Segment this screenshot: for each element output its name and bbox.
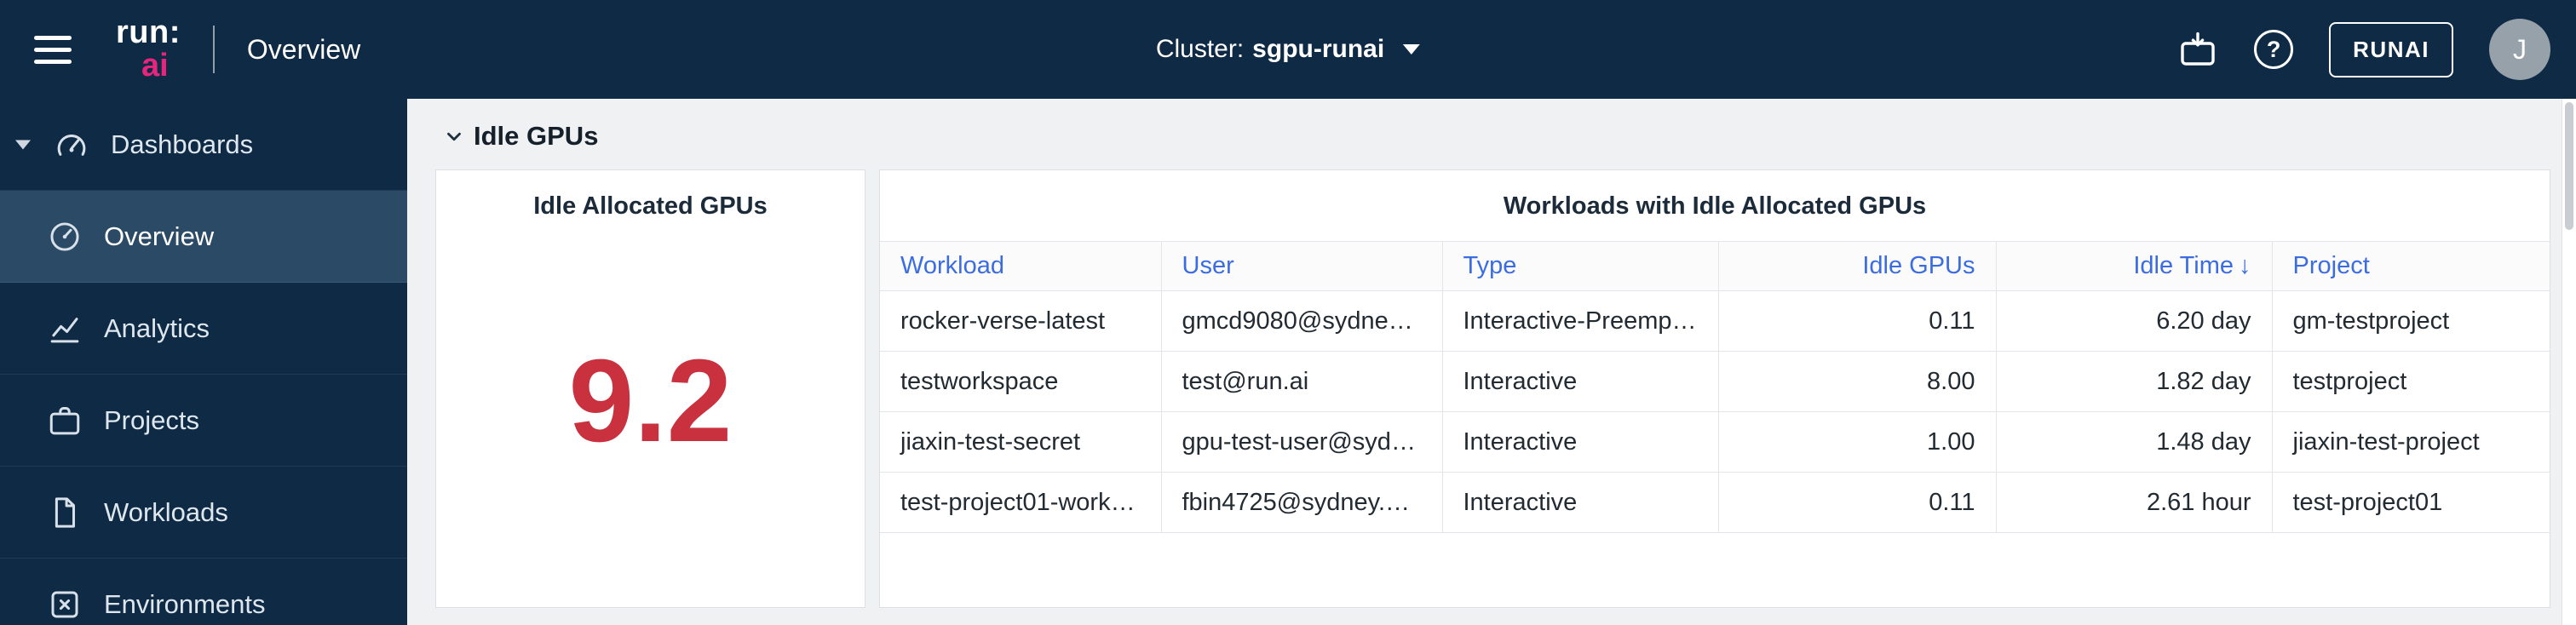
idle-gpus-value: 9.2 (568, 335, 733, 467)
logo-run-text: run: (116, 14, 181, 51)
column-label: Type (1463, 252, 1517, 279)
sort-desc-icon: ↓ (2239, 252, 2251, 279)
cell-workload: test-project01-works… (880, 472, 1162, 533)
column-label: User (1182, 252, 1234, 279)
analytics-icon (46, 310, 83, 347)
column-label: Workload (900, 252, 1004, 279)
sidebar-item-analytics[interactable]: Analytics (0, 283, 407, 375)
main-content: Idle GPUs Idle Allocated GPUs 9.2 Worklo… (407, 99, 2576, 625)
dashboards-icon (53, 126, 90, 163)
column-header-project[interactable]: Project (2272, 241, 2550, 291)
page-title: Overview (246, 33, 361, 65)
scrollbar-thumb[interactable] (2565, 102, 2573, 230)
cell-user: fbin4725@sydney.ed… (1161, 472, 1443, 533)
cluster-name: sgpu-runai (1252, 35, 1385, 63)
cluster-selector[interactable]: Cluster: sgpu-runai (1155, 35, 1421, 64)
column-label: Idle GPUs (1862, 252, 1975, 279)
column-label: Project (2292, 252, 2370, 279)
collapse-chevron-icon (443, 125, 465, 147)
table-header-row: Workload User Type Idle GPUs Idle Time ↓ … (880, 241, 2550, 291)
chevron-down-icon (1403, 44, 1421, 54)
overview-icon (46, 218, 83, 255)
table-row[interactable]: rocker-verse-latest gmcd9080@sydney.… In… (880, 290, 2550, 352)
caret-expanded-icon (15, 140, 31, 149)
environments-icon (46, 586, 83, 623)
column-header-workload[interactable]: Workload (880, 241, 1162, 291)
cell-idle-time: 6.20 day (1996, 290, 2273, 352)
section-title: Idle GPUs (474, 121, 599, 151)
scrollbar[interactable] (2562, 99, 2576, 625)
sidebar-item-label: Overview (104, 221, 215, 251)
cell-idle-time: 1.48 day (1996, 411, 2273, 473)
divider (212, 26, 215, 73)
help-icon[interactable]: ? (2254, 30, 2294, 69)
cell-workload: jiaxin-test-secret (880, 411, 1162, 473)
cell-project: gm-testproject (2272, 290, 2550, 352)
topbar-actions: ? RUNAI J (2177, 19, 2550, 80)
cell-user: test@run.ai (1161, 351, 1443, 412)
column-label: Idle Time (2133, 252, 2234, 279)
logo-ai-text: ai (141, 48, 169, 83)
cell-user: gpu-test-user@sydn… (1161, 411, 1443, 473)
column-header-type[interactable]: Type (1442, 241, 1719, 291)
cell-project: testproject (2272, 351, 2550, 412)
cell-user: gmcd9080@sydney.… (1161, 290, 1443, 352)
cell-workload: rocker-verse-latest (880, 290, 1162, 352)
sidebar-item-environments[interactable]: Environments (0, 559, 407, 625)
cell-idle-gpus: 8.00 (1718, 351, 1997, 412)
column-header-idle-time[interactable]: Idle Time ↓ (1996, 241, 2273, 291)
jobs-box-icon[interactable] (2177, 29, 2218, 70)
workloads-icon (46, 494, 83, 531)
sidebar-item-label: Workloads (104, 496, 228, 527)
cell-idle-time: 2.61 hour (1996, 472, 2273, 533)
table-row[interactable]: test-project01-works… fbin4725@sydney.ed… (880, 472, 2550, 533)
column-header-idle-gpus[interactable]: Idle GPUs (1718, 241, 1997, 291)
cell-idle-time: 1.82 day (1996, 351, 2273, 412)
cards-row: Idle Allocated GPUs 9.2 Workloads with I… (435, 169, 2550, 608)
cell-workload: testworkspace (880, 351, 1162, 412)
sidebar-item-projects[interactable]: Projects (0, 375, 407, 467)
cell-idle-gpus: 0.11 (1718, 290, 1997, 352)
idle-gpus-section-header[interactable]: Idle GPUs (443, 121, 598, 152)
workloads-table-card: Workloads with Idle Allocated GPUs Workl… (879, 169, 2550, 608)
column-header-user[interactable]: User (1161, 241, 1443, 291)
cluster-label: Cluster: (1155, 35, 1245, 63)
cell-idle-gpus: 0.11 (1718, 472, 1997, 533)
sidebar-item-label: Projects (104, 404, 199, 435)
avatar[interactable]: J (2489, 19, 2550, 80)
card-title: Workloads with Idle Allocated GPUs (1503, 192, 1927, 220)
cell-type: Interactive (1442, 351, 1719, 412)
idle-allocated-gpus-card: Idle Allocated GPUs 9.2 (435, 169, 865, 608)
cell-project: jiaxin-test-project (2272, 411, 2550, 473)
runai-logo[interactable]: run: ai (116, 16, 181, 83)
sidebar-item-workloads[interactable]: Workloads (0, 467, 407, 559)
cell-type: Interactive (1442, 411, 1719, 473)
cell-type: Interactive (1442, 472, 1719, 533)
table-row[interactable]: jiaxin-test-secret gpu-test-user@sydn… I… (880, 411, 2550, 473)
sidebar-item-label: Dashboards (111, 129, 254, 159)
card-title: Idle Allocated GPUs (533, 192, 768, 220)
cell-idle-gpus: 1.00 (1718, 411, 1997, 473)
projects-icon (46, 402, 83, 439)
top-bar: run: ai Overview Cluster: sgpu-runai ? R… (0, 0, 2576, 99)
cell-type: Interactive-Preempti… (1442, 290, 1719, 352)
menu-icon[interactable] (34, 35, 72, 64)
sidebar-item-label: Analytics (104, 312, 210, 343)
runai-button[interactable]: RUNAI (2329, 21, 2453, 77)
workloads-table: Workload User Type Idle GPUs Idle Time ↓ … (880, 241, 2550, 533)
sidebar-item-label: Environments (104, 588, 266, 619)
table-row[interactable]: testworkspace test@run.ai Interactive 8.… (880, 351, 2550, 412)
sidebar-item-dashboards[interactable]: Dashboards (0, 99, 407, 191)
cell-project: test-project01 (2272, 472, 2550, 533)
sidebar: Dashboards Overview Analytics Projects W… (0, 99, 407, 625)
sidebar-item-overview[interactable]: Overview (0, 191, 407, 283)
